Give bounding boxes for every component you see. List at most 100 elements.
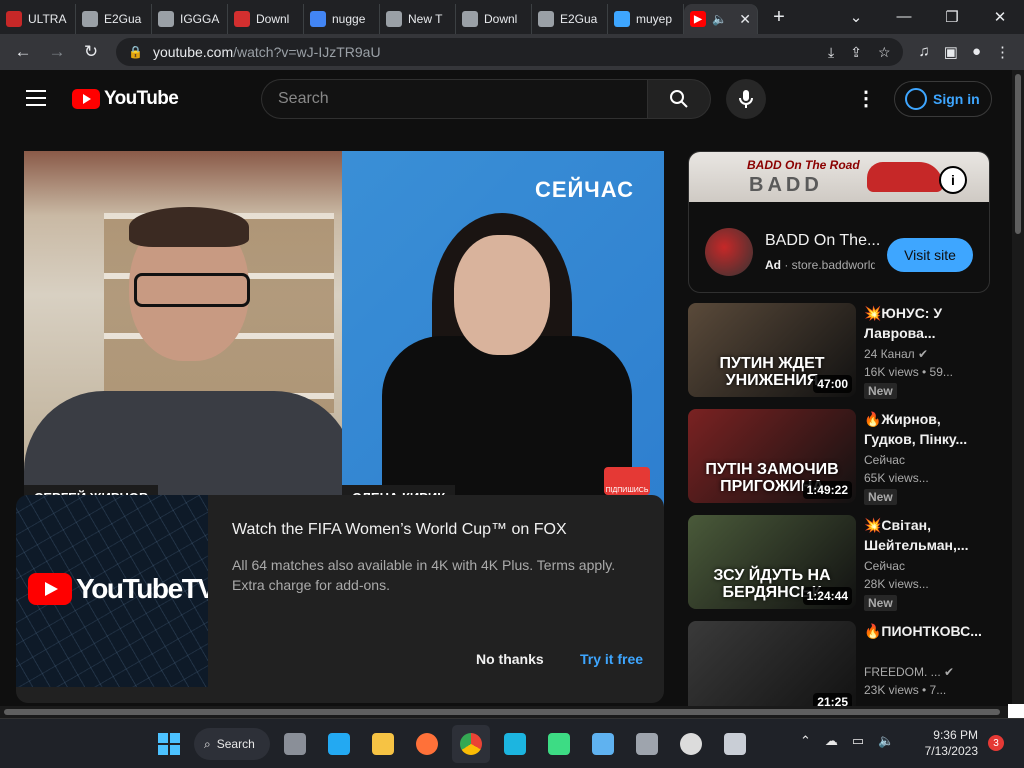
clock[interactable]: 9:36 PM 7/13/2023 (918, 727, 978, 759)
tab-label: IGGGA (180, 12, 220, 26)
ad-label: Ad (765, 258, 781, 272)
audio-icon: 🔈 (712, 12, 727, 26)
tab-favicon-icon (310, 11, 326, 27)
clock-date: 7/13/2023 (924, 744, 978, 758)
browser-tab[interactable]: New T (380, 4, 456, 34)
forward-button[interactable]: → (42, 42, 72, 62)
tab-favicon-icon (386, 11, 402, 27)
video-left-speaker: СЕРГЕЙ ЖИРНОВ (24, 151, 354, 511)
video-views: 16K views • 59... (864, 365, 953, 379)
share-icon[interactable]: ⇪ (850, 44, 862, 61)
notification-badge[interactable]: 3 (988, 735, 1004, 751)
channel-name[interactable]: FREEDOM. ... ✔ (864, 665, 954, 679)
chevron-up-icon[interactable]: ⌃ (800, 733, 811, 749)
advertiser-name[interactable]: BADD On The... (765, 232, 880, 250)
recommended-video[interactable]: 21:25 🔥ПИОНТКОВС... FREEDOM. ... ✔ 23K v… (688, 621, 988, 706)
video-title[interactable]: 🔥ПИОНТКОВС... (864, 621, 988, 641)
camera-icon[interactable] (628, 725, 666, 763)
app-green-icon[interactable] (540, 725, 578, 763)
tab-label: Downl (256, 12, 290, 26)
address-bar[interactable]: 🔒 youtube.com/watch?v=wJ-IJzTR9aU ⤓ ⇪ ☆ (116, 38, 903, 66)
no-thanks-button[interactable]: No thanks (476, 651, 544, 667)
app-chart-icon[interactable] (716, 725, 754, 763)
visit-site-button[interactable]: Visit site (887, 238, 973, 272)
try-it-free-button[interactable]: Try it free (580, 651, 643, 667)
video-views: 28K views... (864, 577, 929, 591)
close-window-button[interactable]: ✕ (976, 8, 1024, 26)
youtube-header: YouTube Search ⋮ Sign in (0, 70, 1012, 126)
channel-name[interactable]: 24 Канал ✔ (864, 347, 928, 361)
task-view-icon[interactable] (276, 725, 314, 763)
voice-search-button[interactable] (726, 79, 766, 119)
chrome-icon[interactable] (452, 725, 490, 763)
paint-icon[interactable] (584, 725, 622, 763)
video-thumbnail[interactable]: ЗСУ ЙДУТЬ НА БЕРДЯНСЬК 1:24:44 (688, 515, 856, 609)
horizontal-scrollbar[interactable] (0, 706, 1012, 718)
search-input[interactable]: Search (261, 79, 647, 119)
browser-tab[interactable]: IGGGA (152, 4, 228, 34)
browser-tab[interactable]: E2Gua (76, 4, 152, 34)
clock-app-icon[interactable] (672, 725, 710, 763)
cloud-offline-icon[interactable]: ☁ (825, 733, 838, 749)
recommended-video[interactable]: ПУТИН ЖДЕТ УНИЖЕНИЯ 47:00 💥ЮНУС: У Лавро… (688, 303, 988, 399)
sidebar-ad-card[interactable]: BADD On The Road BADD i BADD On The... A… (688, 151, 990, 293)
video-title[interactable]: 💥ЮНУС: У Лаврова... (864, 303, 988, 343)
firefox-icon[interactable] (408, 725, 446, 763)
ad-info-icon[interactable]: i (939, 166, 967, 194)
video-title[interactable]: 🔥Жирнов, Гудков, Пінку... (864, 409, 988, 449)
install-app-icon[interactable]: ⤓ (828, 44, 834, 61)
tab-label: nugge (332, 12, 366, 26)
tab-search-icon[interactable]: ⌄ (832, 8, 880, 26)
profile-icon[interactable]: ● (972, 43, 981, 61)
ad-banner-title: BADD On The Road (747, 158, 860, 172)
search-button[interactable] (647, 79, 711, 119)
new-tab-button[interactable]: + (764, 6, 794, 29)
back-button[interactable]: ← (8, 42, 38, 62)
display-icon[interactable]: ▭ (852, 733, 864, 749)
search-icon (670, 90, 688, 108)
channel-name[interactable]: Сейчас (864, 453, 905, 467)
restore-button[interactable]: ❐ (928, 8, 976, 26)
video-thumbnail[interactable]: ПУТИН ЖДЕТ УНИЖЕНИЯ 47:00 (688, 303, 856, 397)
reload-button[interactable]: ↻ (76, 42, 106, 62)
volume-icon[interactable]: 🔈 (878, 733, 894, 749)
channel-name[interactable]: Сейчас (864, 559, 905, 573)
start-button[interactable] (150, 725, 188, 763)
video-player[interactable]: СЕРГЕЙ ЖИРНОВ СЕЙЧАС ОЛЕНА КИРИК ПІДПИШИ… (24, 151, 664, 511)
chrome-menu-icon[interactable]: ⋮ (995, 43, 1010, 61)
browser-tab[interactable]: ULTRA (0, 4, 76, 34)
app-cyan-icon[interactable] (496, 725, 534, 763)
account-circle-icon (905, 88, 927, 110)
media-control-icon[interactable]: ♫ (919, 43, 930, 61)
video-views: 65K views... (864, 471, 929, 485)
close-tab-icon[interactable]: ✕ (739, 11, 751, 28)
youtube-logo[interactable]: YouTube (72, 88, 179, 110)
browser-tab[interactable]: E2Gua (532, 4, 608, 34)
browser-tab[interactable]: Downl (456, 4, 532, 34)
youtube-logo-text: YouTube (104, 88, 179, 109)
video-thumbnail[interactable]: 21:25 (688, 621, 856, 706)
minimize-button[interactable]: — (880, 8, 928, 26)
tab-active-youtube[interactable]: ▶ 🔈 ✕ (684, 4, 758, 34)
youtube-favicon-icon: ▶ (690, 11, 706, 27)
settings-kebab-icon[interactable]: ⋮ (856, 86, 876, 111)
side-panel-icon[interactable]: ▣ (944, 43, 958, 61)
browser-tab[interactable]: muyep (608, 4, 684, 34)
browser-tab[interactable]: Downl (228, 4, 304, 34)
file-explorer-icon[interactable] (364, 725, 402, 763)
promo-title: Watch the FIFA Women’s World Cup™ on FOX (232, 521, 567, 538)
video-thumbnail[interactable]: ПУТІН ЗАМОЧИВ ПРИГОЖИНА 1:49:22 (688, 409, 856, 503)
window-controls: ⌄ — ❐ ✕ (832, 8, 1024, 26)
recommended-video[interactable]: ЗСУ ЙДУТЬ НА БЕРДЯНСЬК 1:24:44 💥Світан, … (688, 515, 988, 611)
browser-tab[interactable]: nugge (304, 4, 380, 34)
menu-icon[interactable] (26, 90, 46, 111)
lock-icon[interactable]: 🔒 (128, 45, 143, 59)
video-title[interactable]: 💥Світан, Шейтельман,... (864, 515, 988, 555)
recommended-video[interactable]: ПУТІН ЗАМОЧИВ ПРИГОЖИНА 1:49:22 🔥Жирнов,… (688, 409, 988, 505)
page-scrollbar[interactable] (1012, 70, 1024, 706)
tab-label: muyep (636, 12, 673, 26)
vscode-icon[interactable] (320, 725, 358, 763)
bookmark-star-icon[interactable]: ☆ (878, 44, 891, 61)
taskbar-search[interactable]: ⌕ Search (194, 728, 270, 760)
sign-in-button[interactable]: Sign in (894, 81, 992, 117)
